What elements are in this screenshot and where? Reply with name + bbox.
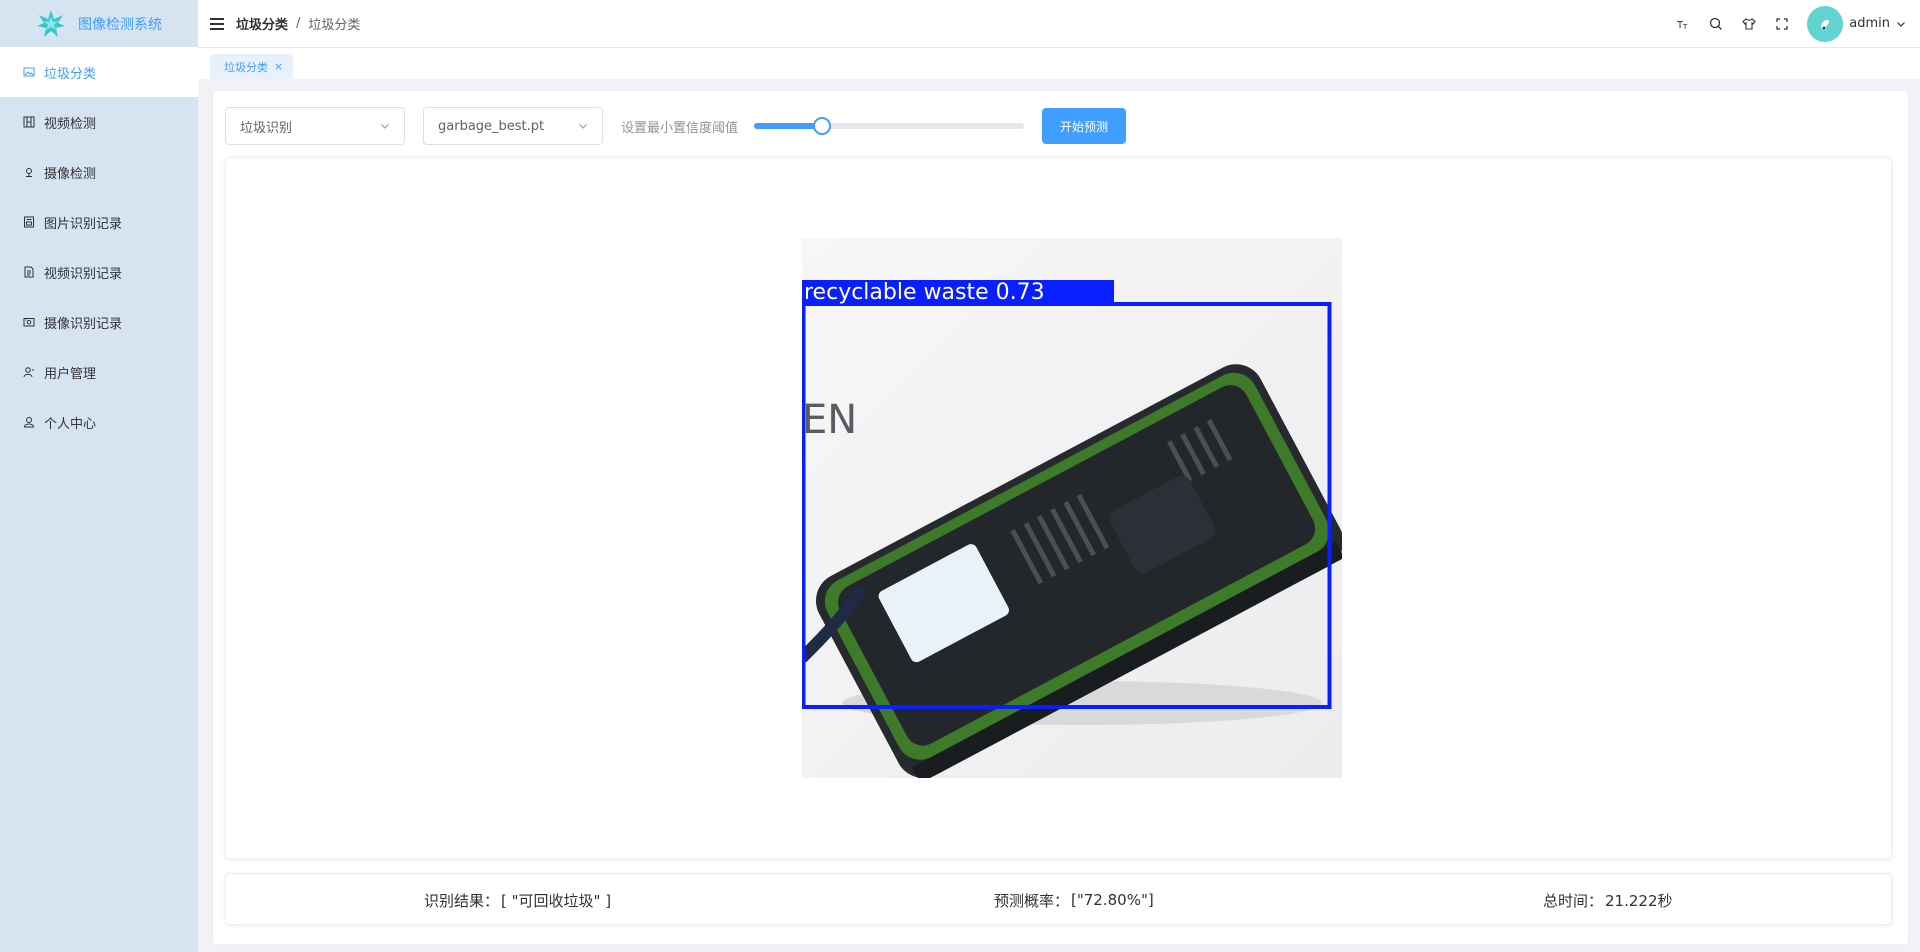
logo[interactable]: 图像检测系统 <box>0 0 198 47</box>
fullscreen-icon[interactable] <box>1774 16 1790 32</box>
app-title: 图像检测系统 <box>78 16 162 33</box>
main-panel: 垃圾识别 garbage_best.pt 设置最小置信度阈值 开始预测 EN r… <box>212 90 1909 945</box>
breadcrumb-separator: / <box>296 16 301 31</box>
breadcrumb-current: 垃圾分类 <box>308 18 361 33</box>
sidebar-item-label: 摄像识别记录 <box>44 316 123 332</box>
sidebar-item-label: 用户管理 <box>44 366 97 382</box>
image-record-icon <box>22 215 36 229</box>
sidebar-item-label: 个人中心 <box>44 416 97 432</box>
result-label: 识别结果： <box>424 891 500 910</box>
sidebar-menu: 垃圾分类 视频检测 摄像检测 图片识别记录 视频识别记录 摄像识别记录 用户管理… <box>0 47 198 447</box>
logo-icon <box>37 9 65 37</box>
video-record-icon <box>22 265 36 279</box>
sidebar-item-user-manage[interactable]: 用户管理 <box>0 347 198 397</box>
model-select-value: garbage_best.pt <box>438 118 545 134</box>
confidence-label: 设置最小置信度阈值 <box>621 120 739 136</box>
sidebar-item-video-record[interactable]: 视频识别记录 <box>0 247 198 297</box>
top-header: 垃圾分类 / 垃圾分类 TT admin <box>198 0 1920 47</box>
camera-icon <box>22 165 36 179</box>
model-select[interactable]: garbage_best.pt <box>423 107 603 145</box>
sidebar-item-image-record[interactable]: 图片识别记录 <box>0 197 198 247</box>
camera-record-icon <box>22 315 36 329</box>
sidebar-item-label: 视频识别记录 <box>44 266 123 282</box>
breadcrumb-item[interactable]: 垃圾分类 <box>236 14 288 33</box>
menu-toggle-icon[interactable] <box>210 17 224 30</box>
task-select-value: 垃圾识别 <box>240 120 293 136</box>
video-icon <box>22 115 36 129</box>
tab-label: 垃圾分类 <box>224 60 268 74</box>
slider-handle[interactable] <box>812 117 831 135</box>
header-actions: TT admin <box>1658 0 1906 47</box>
sidebar-item-camera[interactable]: 摄像检测 <box>0 147 198 197</box>
probability-value: ["72.80%"] <box>1071 891 1154 909</box>
task-select[interactable]: 垃圾识别 <box>225 107 405 145</box>
time-label: 总时间： <box>1543 891 1604 910</box>
user-manage-icon <box>22 365 36 379</box>
sidebar-item-profile[interactable]: 个人中心 <box>0 397 198 447</box>
result-image-card: EN recyclable waste 0.73 <box>225 157 1892 859</box>
sidebar-item-video[interactable]: 视频检测 <box>0 97 198 147</box>
username[interactable]: admin <box>1849 16 1890 31</box>
chevron-down-icon[interactable] <box>1896 19 1906 29</box>
tab-garbage[interactable]: 垃圾分类 × <box>210 54 294 79</box>
chevron-down-icon <box>381 124 389 129</box>
sidebar-item-label: 摄像检测 <box>44 166 97 182</box>
tabs-bar: 垃圾分类 × <box>198 47 1920 79</box>
result-value: [ "可回收垃圾" ] <box>501 891 612 910</box>
svg-text:T: T <box>1682 23 1688 31</box>
sidebar: 图像检测系统 垃圾分类 视频检测 摄像检测 图片识别记录 视频识别记录 摄像识别… <box>0 0 198 952</box>
theme-icon[interactable] <box>1741 16 1757 32</box>
font-size-icon[interactable]: TT <box>1675 16 1691 32</box>
toolbar: 垃圾识别 garbage_best.pt 设置最小置信度阈值 开始预测 <box>225 107 1127 145</box>
start-predict-button[interactable]: 开始预测 <box>1042 108 1127 144</box>
sidebar-item-garbage[interactable]: 垃圾分类 <box>0 47 198 97</box>
result-probability: 预测概率： ["72.80%"] <box>994 874 1154 926</box>
sidebar-item-label: 视频检测 <box>44 116 97 132</box>
svg-text:EN: EN <box>802 397 857 443</box>
close-icon[interactable]: × <box>274 60 283 73</box>
user-icon <box>22 415 36 429</box>
avatar[interactable] <box>1807 5 1844 42</box>
detection-label: recyclable waste 0.73 <box>804 280 1045 305</box>
breadcrumb: 垃圾分类 / 垃圾分类 <box>236 14 360 33</box>
chevron-down-icon <box>579 124 587 129</box>
result-summary: 识别结果： [ "可回收垃圾" ] 预测概率： ["72.80%"] 总时间： … <box>225 873 1892 925</box>
probability-label: 预测概率： <box>994 891 1070 910</box>
image-icon <box>22 65 36 79</box>
time-value: 21.222秒 <box>1605 891 1673 910</box>
result-time: 总时间： 21.222秒 <box>1543 874 1673 926</box>
search-icon[interactable] <box>1708 16 1724 32</box>
sidebar-item-label: 图片识别记录 <box>44 216 123 232</box>
result-classification: 识别结果： [ "可回收垃圾" ] <box>424 874 611 926</box>
sidebar-item-label: 垃圾分类 <box>44 66 97 82</box>
slider-fill <box>754 123 822 129</box>
detection-result-image: EN recyclable waste 0.73 <box>802 238 1342 778</box>
sidebar-item-camera-record[interactable]: 摄像识别记录 <box>0 297 198 347</box>
confidence-slider[interactable] <box>754 117 1025 135</box>
